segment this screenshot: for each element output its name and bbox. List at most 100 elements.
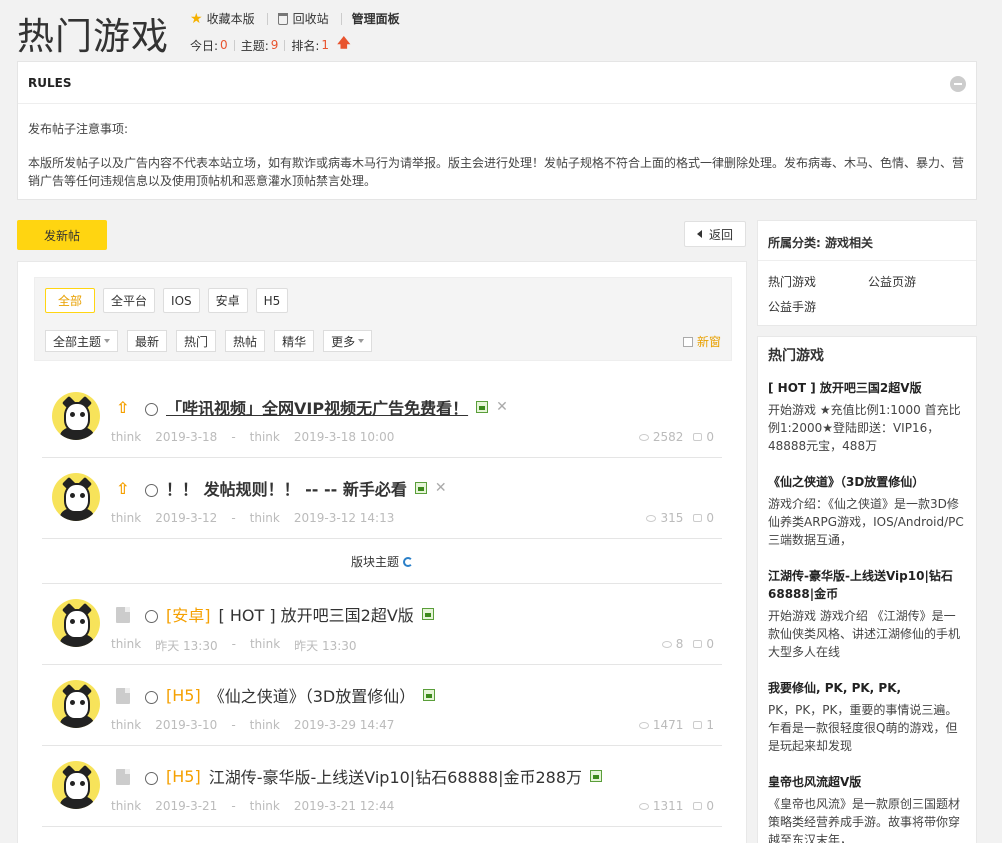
admin-label: 管理面板 <box>351 12 400 26</box>
new-window-checkbox[interactable] <box>682 336 693 347</box>
table-row[interactable]: [H5] 江湖传-豪华版-上线送Vip10|钻石68888|金币288万 thi… <box>42 747 722 827</box>
pinned-icon: ⇧ <box>116 398 130 417</box>
forum-stats: 今日: 0 主题: 9 排名: 1 🡅 <box>190 34 350 56</box>
sidebar-link[interactable]: 热门游戏 <box>768 273 868 290</box>
table-row[interactable]: ⇧ ！！ 发帖规则！！ -- -- 新手必看 ✕ think 2019-3-12-… <box>42 459 722 539</box>
divider <box>340 12 342 25</box>
tab-all[interactable]: 全部 <box>45 288 96 313</box>
favorite-label: 收藏本版 <box>206 12 255 26</box>
all-topics-dropdown[interactable]: 全部主题 <box>45 330 119 352</box>
hot-desc: 游戏介绍：《仙之侠道》是一款3D修仙养类ARPG游戏，IOS/Android/P… <box>768 497 964 547</box>
sidebar-link[interactable]: 公益手游 <box>768 298 868 315</box>
hot-title[interactable]: [ HOT ] 放开吧三国2超V版 <box>768 379 966 397</box>
thread-stats: 1471 1 <box>638 718 714 732</box>
close-icon[interactable]: ✕ <box>496 399 508 415</box>
avatar[interactable] <box>52 473 100 521</box>
star-icon: ★ <box>190 10 203 27</box>
more-label: 更多 <box>331 334 356 349</box>
thread-title[interactable]: 「哔讯视频」全网VIP视频无广告免费看！ <box>166 395 468 419</box>
reply-count: 1 <box>706 718 714 732</box>
last-author[interactable]: think <box>250 799 280 813</box>
collapse-icon[interactable] <box>950 76 966 92</box>
reply-count: 0 <box>706 799 714 813</box>
new-window-label: 新窗 <box>696 335 721 349</box>
refresh-icon[interactable] <box>403 556 413 567</box>
thread-title[interactable]: 江湖传-豪华版-上线送Vip10|钻石68888|金币288万 <box>209 764 582 788</box>
avatar[interactable] <box>52 392 100 440</box>
tab-android[interactable]: 安卓 <box>207 288 248 313</box>
thread-category[interactable]: [H5] <box>166 686 201 705</box>
sort-hot[interactable]: 热门 <box>176 330 217 352</box>
list-item[interactable]: 《仙之侠道》（3D放置修仙） 游戏介绍：《仙之侠道》是一款3D修仙养类ARPG游戏… <box>768 473 966 549</box>
hot-title[interactable]: 我要修仙, PK, PK, PK, <box>768 679 966 697</box>
author[interactable]: think <box>111 430 141 444</box>
sort-hot-posts[interactable]: 热帖 <box>225 330 266 352</box>
hot-desc: 开始游戏 游戏介绍 《江湖传》是一款仙侠类风格、讲述江湖修仙的手机大型多人在线 <box>768 609 961 659</box>
list-item[interactable]: [ HOT ] 放开吧三国2超V版开始游戏 ★充值比例1:1000 首充比例1:… <box>768 379 966 455</box>
thread-category[interactable]: [安卓] <box>166 602 211 626</box>
thread-title-row: 「哔讯视频」全网VIP视频无广告免费看！ ✕ <box>166 395 508 419</box>
last-author[interactable]: think <box>250 511 280 525</box>
author[interactable]: think <box>111 637 141 654</box>
thread-category[interactable]: [H5] <box>166 767 201 786</box>
tab-h5[interactable]: H5 <box>255 288 289 313</box>
table-row[interactable]: [安卓] [ HOT ] 放开吧三国2超V版 think 昨天 13:30- thi… <box>42 585 722 665</box>
thread-meta: think 2019-3-12- think 2019-3-12 14:13 <box>111 511 408 525</box>
platform-tabs: 全部 全平台 IOS 安卓 H5 <box>45 288 296 313</box>
thread-title[interactable]: [ HOT ] 放开吧三国2超V版 <box>219 602 414 626</box>
tab-all-platform[interactable]: 全平台 <box>103 288 156 313</box>
views-icon <box>638 721 649 729</box>
author[interactable]: think <box>111 718 141 732</box>
close-icon[interactable]: ✕ <box>435 480 447 496</box>
new-window-toggle[interactable]: 新窗 <box>682 333 721 350</box>
avatar[interactable] <box>52 680 100 728</box>
sort-latest[interactable]: 最新 <box>127 330 168 352</box>
tab-ios[interactable]: IOS <box>163 288 200 313</box>
category-panel: 所属分类: 游戏相关 热门游戏 公益页游 公益手游 <box>757 220 977 326</box>
author[interactable]: think <box>111 511 141 525</box>
meta-sep: - <box>231 799 236 813</box>
hot-title[interactable]: 《仙之侠道》（3D放置修仙） <box>768 473 966 491</box>
last-author[interactable]: think <box>250 430 280 444</box>
hot-desc: 开始游戏 ★充值比例1:1000 首充比例1:2000★登陆即送：VIP16，4… <box>768 403 961 453</box>
divider <box>233 39 235 51</box>
table-row[interactable]: ⇧ 「哔讯视频」全网VIP视频无广告免费看！ ✕ think 2019-3-18-… <box>42 378 722 458</box>
table-row[interactable]: [H5] 《仙之侠道》（3D放置修仙） think 2019-3-10- think… <box>42 666 722 746</box>
status-circle-icon <box>145 691 158 704</box>
list-item[interactable]: 江湖传-豪华版-上线送Vip10|钻石68888|金币开始游戏 游戏介绍 《江湖… <box>768 567 966 661</box>
author[interactable]: think <box>111 799 141 813</box>
hot-desc: PK，PK，PK，重要的事情说三遍。乍看是一款很轻度很Q萌的游戏，但是玩起来却发… <box>768 703 958 753</box>
back-button[interactable]: 返回 <box>684 221 746 247</box>
thread-title[interactable]: ！！ 发帖规则！！ -- -- 新手必看 <box>166 476 407 500</box>
favorite-link[interactable]: ★ 收藏本版 <box>190 10 255 27</box>
hot-title[interactable]: 江湖传-豪华版-上线送Vip10|钻石68888|金币 <box>768 567 966 603</box>
last-date: 2019-3-12 14:13 <box>293 511 395 525</box>
thread-title-row: [H5] 《仙之侠道》（3D放置修仙） <box>166 683 436 707</box>
list-item[interactable]: 我要修仙, PK, PK, PK, PK，PK，PK，重要的事情说三遍。乍看是一款… <box>768 679 966 755</box>
post-date: 昨天 13:30 <box>155 639 218 653</box>
new-post-button[interactable]: 发新帖 <box>17 220 107 250</box>
image-attachment-icon <box>421 608 434 620</box>
views-icon <box>646 514 657 522</box>
views-count: 8 <box>675 637 684 651</box>
sort-digest[interactable]: 精华 <box>274 330 315 352</box>
thread-stats: 80 <box>661 637 714 651</box>
document-icon <box>116 606 134 624</box>
thread-title[interactable]: 《仙之侠道》（3D放置修仙） <box>209 683 416 707</box>
status-circle-icon <box>145 772 158 785</box>
comment-icon <box>693 640 703 648</box>
sidebar-link[interactable]: 公益页游 <box>868 273 968 290</box>
last-author[interactable]: think <box>250 718 280 732</box>
views-count: 1311 <box>652 799 684 813</box>
avatar[interactable] <box>52 599 100 647</box>
more-dropdown[interactable]: 更多 <box>323 330 373 352</box>
list-item[interactable]: 皇帝也风流超V版 《皇帝也风流》是一款原创三国题材策略类经营养成手游。故事将带你穿… <box>768 773 966 843</box>
hot-title[interactable]: 皇帝也风流超V版 <box>768 773 966 791</box>
last-author[interactable]: think <box>250 637 280 654</box>
avatar[interactable] <box>52 761 100 809</box>
recycle-link[interactable]: 回收站 <box>277 10 329 27</box>
pinned-icon: ⇧ <box>116 479 130 498</box>
meta-sep: - <box>231 637 236 651</box>
recycle-label: 回收站 <box>292 12 329 26</box>
admin-link[interactable]: 管理面板 <box>352 10 400 27</box>
